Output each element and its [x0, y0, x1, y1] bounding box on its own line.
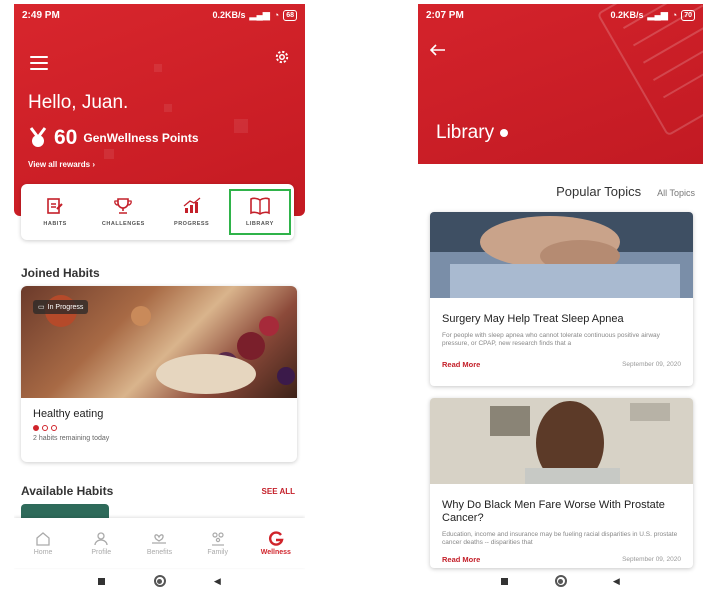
gear-icon[interactable] — [273, 48, 291, 66]
habit-progress-dots — [33, 425, 285, 431]
system-nav-bar: ◀ — [418, 570, 703, 592]
topics-header: Popular Topics All Topics — [556, 184, 695, 199]
view-rewards-label: View all rewards — [28, 160, 91, 169]
page-title-text: Library — [436, 122, 495, 143]
article-image — [430, 398, 693, 485]
tab-profile-label: Profile — [91, 548, 112, 556]
nav-library[interactable]: LIBRARY — [228, 189, 291, 235]
recents-button[interactable] — [501, 577, 509, 585]
article-card[interactable]: Why Do Black Men Fare Worse With Prostat… — [430, 398, 693, 568]
popular-topics-title: Popular Topics — [556, 184, 642, 199]
points-row: 60 GenWellness Points — [28, 126, 199, 150]
joined-habits-title: Joined Habits — [21, 266, 100, 280]
article-date: September 09, 2020 — [622, 361, 681, 368]
home-button[interactable] — [554, 575, 567, 587]
see-all-link[interactable]: SEE ALL — [262, 487, 295, 496]
library-screen: 2:07 PM 0.2KB/s ▂▄▆ ◔ 70 Library Popular… — [418, 4, 703, 592]
back-arrow-icon[interactable] — [430, 44, 446, 56]
calendar-icon: ▭ — [38, 304, 45, 311]
all-topics-link[interactable]: All Topics — [657, 188, 695, 198]
system-nav-bar: ◀ — [14, 570, 305, 592]
back-button[interactable]: ◀ — [214, 576, 221, 587]
signal-icon: ▂▄▆ — [647, 9, 668, 20]
status-badge: ▭ In Progress — [33, 300, 89, 314]
article-card[interactable]: Surgery May Help Treat Sleep Apnea For p… — [430, 212, 693, 386]
benefits-icon — [152, 533, 167, 544]
feature-nav: HABITS CHALLENGES PROGRESS LIBRARY — [21, 184, 294, 240]
tab-wellness-label: Wellness — [260, 548, 291, 556]
page-title: Library — [436, 122, 509, 144]
tab-benefits-label: Benefits — [146, 548, 173, 556]
family-icon — [211, 531, 224, 546]
greeting: Hello, Juan. — [28, 92, 129, 113]
article-title: Why Do Black Men Fare Worse With Prostat… — [442, 499, 665, 524]
tab-profile[interactable]: Profile — [75, 531, 127, 556]
points-value: 60 — [54, 126, 78, 149]
network-speed: 0.2KB/s — [212, 10, 246, 20]
article-excerpt: For people with sleep apnea who cannot t… — [442, 332, 660, 347]
home-icon — [36, 531, 50, 546]
wifi-icon: ◔ — [273, 10, 280, 20]
nav-library-label: LIBRARY — [246, 221, 274, 227]
article-excerpt: Education, income and insurance may be f… — [442, 531, 678, 546]
nav-habits-label: HABITS — [43, 221, 67, 227]
trophy-icon — [114, 198, 133, 214]
available-habit-card[interactable] — [21, 504, 109, 518]
article-title: Surgery May Help Treat Sleep Apnea — [442, 313, 624, 325]
status-time: 2:07 PM — [426, 9, 464, 21]
progress-dot — [33, 425, 39, 431]
book-icon — [250, 197, 270, 215]
nav-habits[interactable]: HABITS — [24, 193, 86, 231]
signal-icon: ▂▄▆ — [249, 9, 270, 20]
tab-home-label: Home — [33, 548, 53, 556]
wifi-icon: ◔ — [671, 10, 678, 20]
status-bar: 2:49 PM 0.2KB/s ▂▄▆ ◔ 68 — [14, 4, 305, 26]
wellness-icon — [268, 530, 284, 546]
tab-benefits[interactable]: Benefits — [133, 531, 185, 556]
habits-screen: 2:49 PM 0.2KB/s ▂▄▆ ◔ 68 Hello, Juan. 60… — [14, 4, 305, 592]
view-rewards-link[interactable]: View all rewards › — [28, 160, 95, 169]
habits-icon — [47, 198, 63, 214]
nav-progress-label: PROGRESS — [174, 221, 210, 227]
network-speed: 0.2KB/s — [610, 10, 644, 20]
habit-card[interactable]: ▭ In Progress Healthy eating 2 habits re… — [21, 286, 297, 462]
back-button[interactable]: ◀ — [613, 576, 620, 587]
article-date: September 09, 2020 — [622, 556, 681, 563]
available-habits-title: Available Habits — [21, 484, 114, 498]
info-icon[interactable] — [500, 129, 509, 137]
status-badge-label: In Progress — [47, 303, 84, 311]
recents-button[interactable] — [98, 577, 106, 585]
tab-family[interactable]: Family — [192, 531, 244, 556]
progress-dot — [42, 425, 48, 431]
status-time: 2:49 PM — [22, 9, 60, 21]
habit-image: ▭ In Progress — [21, 286, 297, 398]
tab-wellness[interactable]: Wellness — [250, 530, 302, 556]
profile-icon — [94, 531, 108, 545]
status-bar: 2:07 PM 0.2KB/s ▂▄▆ ◔ 70 — [418, 4, 703, 26]
nav-progress[interactable]: PROGRESS — [161, 193, 223, 231]
read-more-link[interactable]: Read More — [442, 360, 480, 369]
nav-challenges-label: CHALLENGES — [101, 221, 145, 227]
read-more-link[interactable]: Read More — [442, 555, 480, 564]
medal-icon — [29, 127, 47, 147]
habit-name: Healthy eating — [33, 408, 104, 420]
progress-chart-icon — [183, 197, 201, 213]
chevron-right-icon: › — [92, 160, 96, 169]
menu-icon[interactable] — [30, 56, 48, 74]
battery-icon: 70 — [681, 9, 695, 21]
habit-remaining: 2 habits remaining today — [33, 435, 110, 442]
progress-dot — [51, 425, 57, 431]
tab-home[interactable]: Home — [17, 531, 69, 556]
article-image — [430, 212, 693, 298]
battery-icon: 68 — [283, 9, 297, 21]
home-button[interactable] — [153, 575, 166, 587]
tab-family-label: Family — [207, 548, 228, 556]
bottom-tab-bar: Home Profile Benefits Family Wellness — [14, 518, 305, 568]
points-label: GenWellness Points — [83, 131, 199, 145]
nav-challenges[interactable]: CHALLENGES — [92, 193, 154, 231]
